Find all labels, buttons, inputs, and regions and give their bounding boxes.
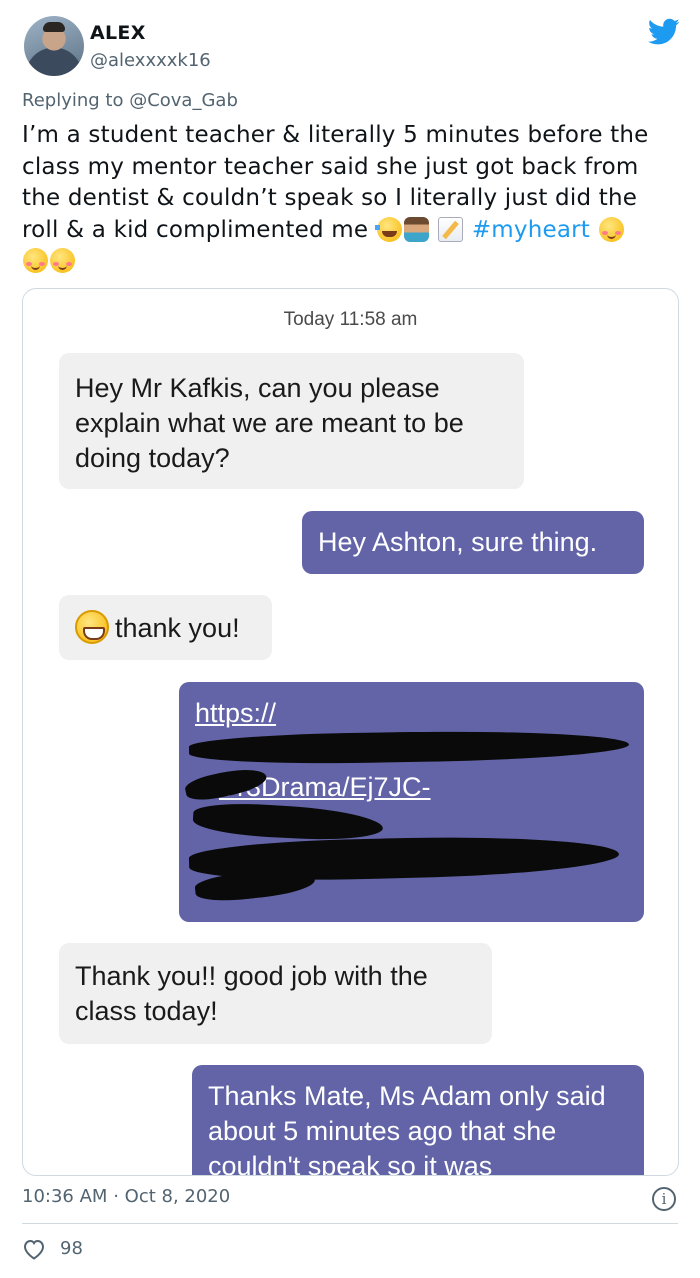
chat-timestamp: Today 11:58 am: [283, 309, 418, 330]
meta-separator: ·: [113, 1186, 119, 1207]
hashtag-link[interactable]: #myheart: [472, 217, 590, 243]
author-handle[interactable]: @alexxxxk16: [90, 50, 211, 71]
memo-icon: [438, 216, 464, 242]
smiling-face-icon: [50, 248, 75, 273]
redaction-mark: [188, 728, 630, 766]
chat-message-incoming: thank you!: [59, 595, 272, 660]
like-count[interactable]: 98: [60, 1238, 83, 1259]
smiling-face-icon: [598, 216, 624, 242]
grinning-face-icon: [75, 610, 109, 644]
heart-icon[interactable]: [22, 1238, 46, 1260]
chat-message-text: thank you!: [115, 613, 240, 643]
person-shrugging-icon: [403, 216, 429, 242]
chat-message-outgoing: Thanks Mate, Ms Adam only said about 5 m…: [192, 1065, 644, 1175]
chat-link[interactable]: https://: [195, 696, 276, 731]
info-icon[interactable]: i: [652, 1187, 676, 1211]
tweet-date[interactable]: Oct 8, 2020: [125, 1186, 231, 1207]
avatar[interactable]: [24, 16, 84, 76]
tears-of-joy-icon: [374, 216, 414, 242]
chat-message-incoming: Hey Mr Kafkis, can you please explain wh…: [59, 353, 524, 489]
tweet-header: ALEX @alexxxxk16: [24, 16, 684, 78]
tweet-metadata: 10:36 AM · Oct 8, 2020: [22, 1186, 230, 1207]
tweet-line: the dentist & couldn’t speak so I litera…: [22, 185, 638, 211]
chat-message-outgoing: Hey Ashton, sure thing.: [302, 511, 644, 574]
smiling-face-icon: [23, 248, 48, 273]
chat-message-link: https:// Yr3Drama/Ej7JC-: [179, 682, 644, 922]
author-name[interactable]: ALEX: [90, 22, 146, 44]
redaction-mark: [192, 801, 384, 843]
replying-to[interactable]: Replying to @Cova_Gab: [22, 90, 238, 111]
tweet-line-text: roll & a kid complimented me: [22, 216, 369, 243]
tweet-time[interactable]: 10:36 AM: [22, 1186, 107, 1207]
attached-image[interactable]: Today 11:58 am Hey Mr Kafkis, can you pl…: [22, 288, 679, 1176]
tweet-line: [22, 246, 678, 278]
tweet-line: roll & a kid complimented me #myheart: [22, 215, 678, 247]
chat-message-incoming: Thank you!! good job with the class toda…: [59, 943, 492, 1044]
tweet-text: I’m a student teacher & literally 5 minu…: [22, 120, 678, 278]
twitter-bird-icon[interactable]: [648, 18, 680, 46]
tweet-line: I’m a student teacher & literally 5 minu…: [22, 122, 649, 148]
tweet-line: class my mentor teacher said she just go…: [22, 153, 639, 180]
divider: [22, 1223, 678, 1224]
